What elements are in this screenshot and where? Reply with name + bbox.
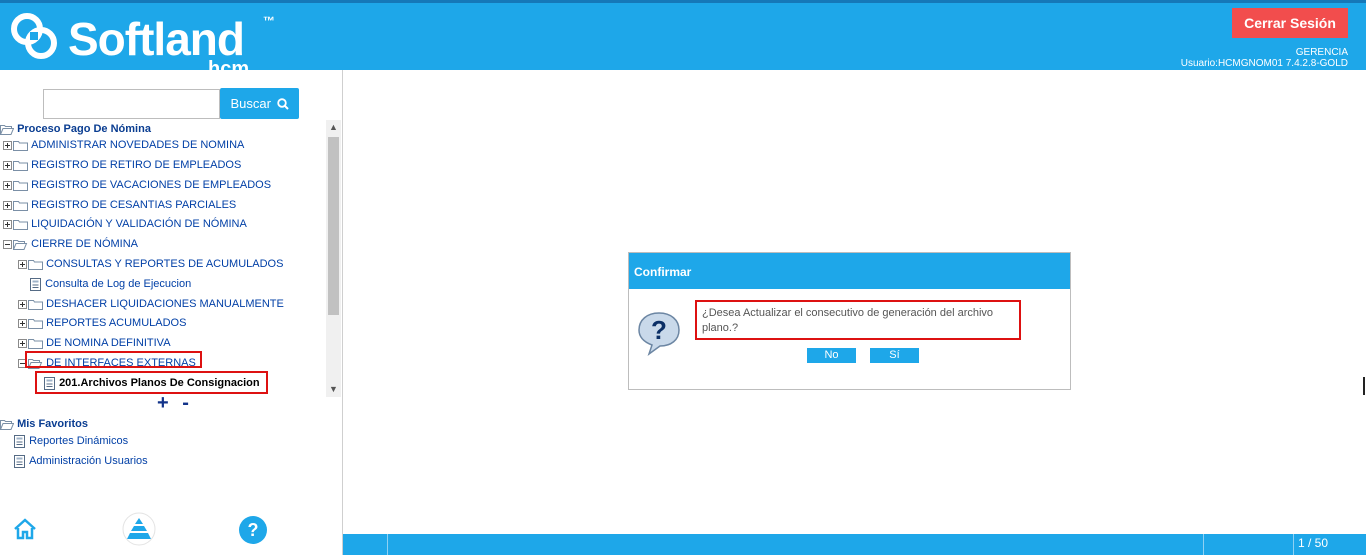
tree-item-label: Consulta de Log de Ejecucion [45, 278, 192, 291]
session-info: GERENCIA Usuario:HCMGNOM01 7.4.2.8-GOLD [1181, 47, 1348, 69]
highlight-box-archivos [35, 371, 268, 394]
highlight-box-interfaces [25, 351, 202, 368]
logout-button[interactable]: Cerrar Sesión [1232, 8, 1348, 38]
company-name: GERENCIA [1295, 47, 1348, 58]
folder-open-icon [0, 419, 14, 430]
question-icon: ? [638, 312, 680, 356]
tree-item-retiro[interactable]: REGISTRO DE RETIRO DE EMPLEADOS [3, 156, 241, 174]
svg-text:?: ? [651, 315, 667, 345]
tree-item-label: ADMINISTRAR NOVEDADES DE NOMINA [31, 139, 245, 152]
tree-item-liquidacion[interactable]: LIQUIDACIÓN Y VALIDACIÓN DE NÓMINA [3, 215, 247, 233]
status-separator [1293, 534, 1294, 555]
dialog-title: Confirmar [629, 253, 1070, 289]
expand-icon[interactable] [3, 140, 12, 150]
sidebar: Buscar Proceso Pago De Nómina ADMINISTRA… [0, 70, 343, 555]
tree-item-label: DESHACER LIQUIDACIONES MANUALMENTE [46, 298, 284, 311]
collapse-icon[interactable] [3, 239, 12, 249]
folder-icon [13, 219, 28, 230]
app-header: Softland ™ hcm Cerrar Sesión GERENCIA Us… [0, 0, 1366, 70]
tree-item-label: CONSULTAS Y REPORTES DE ACUMULADOS [46, 258, 284, 271]
tree-item-deshacer[interactable]: DESHACER LIQUIDACIONES MANUALMENTE [18, 295, 284, 313]
expand-icon[interactable] [18, 338, 27, 348]
search-input[interactable] [43, 89, 220, 119]
document-icon [30, 277, 41, 291]
confirm-dialog: Confirmar ? ¿Desea Actualizar el consecu… [628, 252, 1071, 390]
favorite-item-usuarios[interactable]: Administración Usuarios [14, 452, 148, 470]
expand-icon[interactable] [18, 318, 27, 328]
tree-item-label: REGISTRO DE VACACIONES DE EMPLEADOS [31, 179, 272, 192]
home-icon[interactable] [13, 518, 37, 540]
scroll-up-icon[interactable]: ▲ [326, 120, 341, 135]
status-bar: 1 / 50 [343, 534, 1366, 555]
brand-subtitle: hcm [208, 58, 250, 70]
expand-icon[interactable] [3, 219, 12, 229]
folder-icon [13, 180, 28, 191]
folder-icon [13, 200, 28, 211]
expand-icon[interactable] [18, 299, 27, 309]
no-button[interactable]: No [807, 348, 856, 363]
tree-item-consultas[interactable]: CONSULTAS Y REPORTES DE ACUMULADOS [18, 255, 283, 273]
search-button[interactable]: Buscar [220, 88, 299, 119]
folder-icon [28, 338, 43, 349]
favorite-item-reportes[interactable]: Reportes Dinámicos [14, 432, 128, 450]
expand-icon[interactable] [18, 259, 27, 269]
search-button-label: Buscar [230, 96, 271, 111]
search-icon [276, 98, 289, 110]
folder-icon [13, 140, 28, 151]
tree-scrollbar-thumb[interactable] [328, 137, 339, 315]
tree-item-vacaciones[interactable]: REGISTRO DE VACACIONES DE EMPLEADOS [3, 176, 271, 194]
pyramid-icon[interactable] [121, 512, 157, 546]
tree-item-reportes-acumulados[interactable]: REPORTES ACUMULADOS [18, 314, 186, 332]
tree-item-label: REGISTRO DE RETIRO DE EMPLEADOS [31, 159, 242, 172]
tree-item-novedades[interactable]: ADMINISTRAR NOVEDADES DE NOMINA [3, 136, 244, 154]
status-separator [1203, 534, 1204, 555]
folder-icon [28, 318, 43, 329]
tree-item-label: REPORTES ACUMULADOS [46, 317, 187, 330]
folder-icon [28, 259, 43, 270]
folder-open-icon [0, 124, 14, 135]
brand-trademark: ™ [263, 14, 275, 28]
header-top-line [0, 0, 1366, 3]
tree-item-label: CIERRE DE NÓMINA [31, 238, 139, 251]
softland-logo: Softland ™ hcm [8, 6, 288, 70]
tree-item-cesantias[interactable]: REGISTRO DE CESANTIAS PARCIALES [3, 196, 236, 214]
dialog-message: ¿Desea Actualizar el consecutivo de gene… [695, 300, 1021, 340]
softland-logo-icon [11, 13, 57, 59]
folder-icon [13, 160, 28, 171]
expand-icon[interactable] [3, 160, 12, 170]
text-cursor [1363, 377, 1365, 395]
yes-button[interactable]: Sí [870, 348, 919, 363]
favorites-root[interactable]: Mis Favoritos [0, 415, 88, 433]
help-icon[interactable]: ? [238, 515, 268, 545]
page-counter: 1 / 50 [1297, 536, 1328, 550]
user-version: Usuario:HCMGNOM01 7.4.2.8-GOLD [1180, 58, 1348, 69]
scroll-down-icon[interactable]: ▼ [326, 382, 341, 397]
expand-icon[interactable] [3, 200, 12, 210]
tree-item-cierre[interactable]: CIERRE DE NÓMINA [3, 235, 138, 253]
tree-item-nomina-definitiva[interactable]: DE NOMINA DEFINITIVA [18, 334, 171, 352]
document-icon [14, 454, 25, 468]
svg-text:?: ? [248, 520, 259, 540]
status-separator [387, 534, 388, 555]
expand-icon[interactable] [3, 180, 12, 190]
tree-root-label: Proceso Pago De Nómina [17, 123, 151, 136]
favorites-title: Mis Favoritos [17, 418, 88, 431]
tree-item-log[interactable]: Consulta de Log de Ejecucion [30, 275, 191, 293]
tree-item-label: LIQUIDACIÓN Y VALIDACIÓN DE NÓMINA [31, 218, 247, 231]
favorite-item-label: Administración Usuarios [29, 455, 148, 468]
document-icon [14, 434, 25, 448]
favorite-item-label: Reportes Dinámicos [29, 435, 129, 448]
folder-open-icon [13, 239, 28, 250]
tree-item-label: REGISTRO DE CESANTIAS PARCIALES [31, 199, 237, 212]
folder-icon [28, 299, 43, 310]
tree-item-label: DE NOMINA DEFINITIVA [46, 337, 171, 350]
zoom-controls[interactable]: + - [157, 393, 193, 413]
